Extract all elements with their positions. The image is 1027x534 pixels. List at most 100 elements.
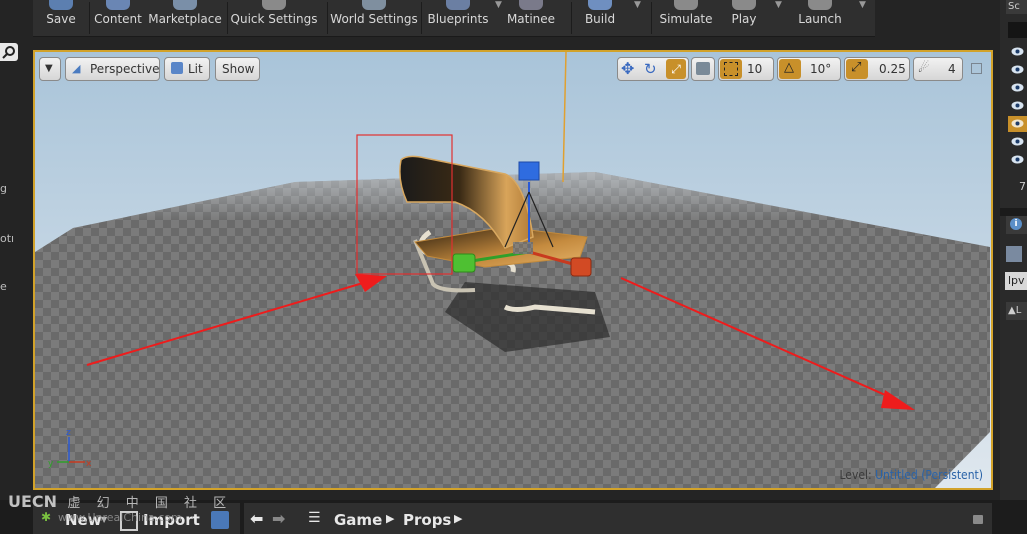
simulate-icon: [674, 0, 698, 10]
content-browser-icon: [106, 0, 130, 10]
world-settings-button[interactable]: World Settings: [329, 0, 419, 36]
rotation-snap-value[interactable]: 10°: [810, 58, 831, 80]
visibility-eye-icon[interactable]: [1011, 47, 1024, 56]
add-new-icon: ✱: [41, 510, 52, 524]
breadcrumb-separator: ▶: [386, 512, 395, 525]
lighting-mode-button[interactable]: Lit: [164, 57, 210, 81]
blueprints-dropdown-caret[interactable]: ▼: [495, 0, 502, 10]
outliner-row[interactable]: [1008, 80, 1027, 96]
rotate-tool-icon[interactable]: ↻: [644, 59, 657, 79]
main-toolbar: Save Content Marketplace Quick Settings …: [33, 0, 875, 37]
level-name: Untitled (Persistent): [875, 468, 983, 482]
matinee-button[interactable]: Matinee: [503, 0, 559, 36]
quick-settings-button[interactable]: Quick Settings: [229, 0, 319, 36]
rotation-snap-group[interactable]: △ 10°: [777, 57, 841, 81]
visibility-eye-icon[interactable]: [1011, 65, 1024, 74]
outliner-row[interactable]: [1008, 152, 1027, 168]
outliner-row[interactable]: [1008, 134, 1027, 150]
forward-arrow-icon[interactable]: ➡: [272, 509, 285, 528]
level-viewport[interactable]: z x y ▼ ◢ Perspective Lit Show ✥ ↻ ⤢ 10 …: [33, 50, 993, 490]
breadcrumb-props[interactable]: Props: [403, 511, 451, 529]
svg-text:y: y: [48, 459, 54, 469]
viewport-scene[interactable]: z x y: [35, 52, 991, 488]
visibility-eye-icon[interactable]: [1011, 155, 1024, 164]
camera-speed-group[interactable]: ☄ 4: [913, 57, 963, 81]
translate-tool-icon[interactable]: ✥: [621, 59, 634, 79]
chevron-down-icon: ▼: [45, 63, 53, 74]
scale-snap-icon[interactable]: ⤢: [846, 59, 868, 79]
scale-snap-group[interactable]: ⤢ 0.25: [844, 57, 910, 81]
build-button[interactable]: Build: [573, 0, 627, 36]
world-settings-icon: [362, 0, 386, 10]
launch-dropdown-caret[interactable]: ▼: [859, 0, 866, 10]
show-label: Show: [222, 62, 255, 76]
gizmo-z-handle[interactable]: [518, 161, 540, 181]
grid-snap-group[interactable]: 10: [718, 57, 774, 81]
blueprints-button[interactable]: Blueprints: [423, 0, 493, 36]
visibility-eye-icon[interactable]: [1011, 83, 1024, 92]
world-cube-icon: [696, 62, 710, 75]
outliner-row-selected[interactable]: [1008, 116, 1027, 132]
show-flags-button[interactable]: Show: [215, 57, 260, 81]
viewport-options-dropdown[interactable]: ▼: [39, 57, 61, 81]
breadcrumb-game[interactable]: Game: [334, 511, 382, 529]
search-icon: [2, 46, 15, 59]
back-arrow-icon[interactable]: ⬅: [250, 509, 263, 528]
path-list-icon[interactable]: ☰: [308, 510, 321, 526]
svg-text:z: z: [66, 428, 71, 438]
current-level-label: Level: Untitled (Persistent): [839, 468, 984, 482]
details-tab[interactable]: i: [1006, 216, 1027, 234]
visibility-eye-icon[interactable]: [1011, 137, 1024, 146]
save-all-icon[interactable]: [211, 511, 229, 529]
actor-name-field[interactable]: lpv: [1005, 272, 1027, 290]
play-button[interactable]: Play: [719, 0, 769, 36]
outliner-header-row: [1008, 22, 1027, 38]
gizmo-x-handle[interactable]: [570, 257, 592, 277]
lock-icon[interactable]: [973, 515, 983, 524]
outliner-actor-count: 7: [1019, 180, 1026, 193]
gizmo-y-handle[interactable]: [452, 253, 476, 273]
breadcrumb-chevron[interactable]: ▶: [454, 512, 462, 525]
simulate-button[interactable]: Simulate: [655, 0, 717, 36]
grid-snap-icon[interactable]: [720, 59, 742, 79]
rotation-snap-icon[interactable]: △: [779, 59, 801, 79]
world-outliner-panel: Sc 7 i lpv ▲L: [1000, 0, 1027, 534]
play-dropdown-caret[interactable]: ▼: [775, 0, 782, 10]
scale-tool-icon[interactable]: ⤢: [666, 59, 686, 79]
content-button[interactable]: Content: [91, 0, 145, 36]
outliner-row[interactable]: [1008, 44, 1027, 60]
view-mode-button[interactable]: ◢ Perspective: [65, 57, 160, 81]
build-dropdown-caret[interactable]: ▼: [634, 0, 641, 10]
visibility-eye-icon[interactable]: [1011, 101, 1024, 110]
watermark-url: www.UnrealChina.com: [58, 511, 182, 524]
outliner-row[interactable]: [1008, 98, 1027, 114]
launch-icon: [808, 0, 832, 10]
lighting-mode-label: Lit: [188, 62, 203, 76]
launch-button[interactable]: Launch: [789, 0, 851, 36]
coordinate-space-button[interactable]: [691, 57, 715, 81]
maximize-viewport-icon[interactable]: [971, 63, 982, 74]
save-button[interactable]: Save: [35, 0, 87, 36]
left-panel-text: g: [0, 182, 7, 195]
outliner-search-field[interactable]: Sc: [1006, 0, 1027, 14]
perspective-icon: ◢: [72, 62, 81, 75]
outliner-row[interactable]: [1008, 62, 1027, 78]
search-button[interactable]: [0, 43, 18, 61]
view-mode-label: Perspective: [90, 62, 160, 76]
play-icon: [732, 0, 756, 10]
grid-snap-value[interactable]: 10: [747, 58, 762, 80]
visibility-eye-icon[interactable]: [1011, 119, 1024, 128]
marketplace-button[interactable]: Marketplace: [147, 0, 223, 36]
details-category-header[interactable]: ▲L: [1006, 302, 1027, 320]
gear-icon: [262, 0, 286, 10]
left-panel-text: otı: [0, 232, 15, 245]
info-icon: i: [1010, 218, 1022, 230]
blueprint-icon: [446, 0, 470, 10]
camera-speed-icon: ☄: [918, 61, 930, 76]
scale-snap-value[interactable]: 0.25: [879, 58, 906, 80]
content-path-bar: ⬅ ➡ ☰ Game ▶ Props ▶: [244, 503, 992, 534]
watermark-logo: UECN 虚 幻 中 国 社 区: [8, 492, 233, 511]
build-icon: [588, 0, 612, 10]
left-panel-text: e: [0, 280, 7, 293]
camera-speed-value[interactable]: 4: [948, 58, 956, 80]
